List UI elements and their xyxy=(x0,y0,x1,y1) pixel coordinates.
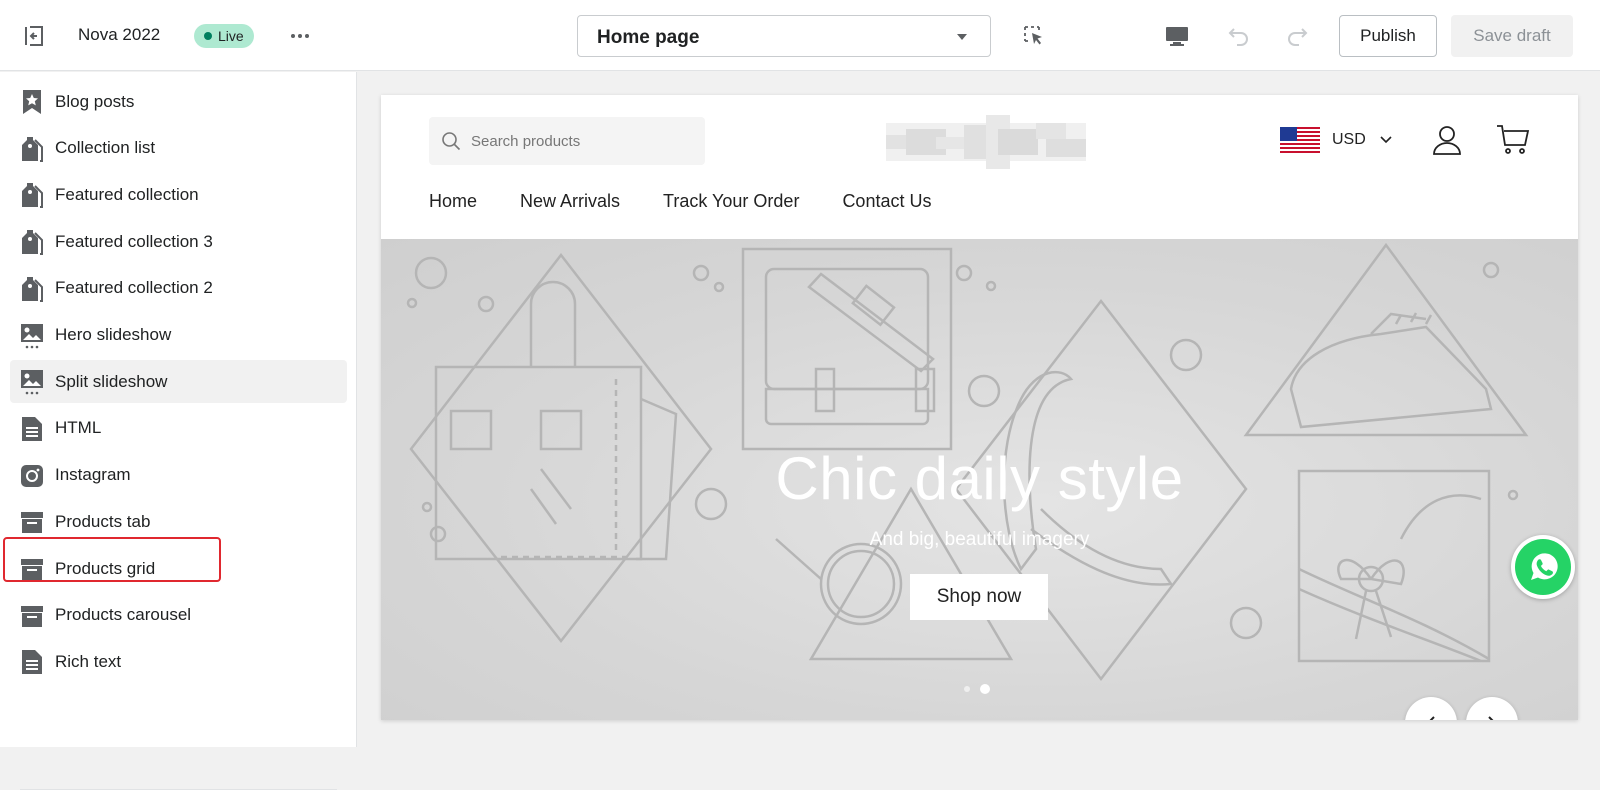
instagram-icon xyxy=(20,463,44,489)
store-nav-home[interactable]: Home xyxy=(429,191,477,212)
sidebar-item-featured-collection-2[interactable]: Featured collection 2 xyxy=(10,267,347,310)
more-actions-icon[interactable] xyxy=(288,24,312,48)
search-icon xyxy=(442,132,461,151)
sidebar-item-featured-collection[interactable]: Featured collection xyxy=(10,173,347,216)
save-draft-button[interactable]: Save draft xyxy=(1451,15,1573,57)
sidebar-item-label: Featured collection 3 xyxy=(55,231,213,251)
slide-dot[interactable] xyxy=(964,686,970,692)
tag-icon xyxy=(20,229,44,256)
slide-indicators xyxy=(964,684,990,694)
sidebar-item-label: Instagram xyxy=(55,465,131,485)
currency-selector[interactable]: USD xyxy=(1280,126,1392,154)
sidebar-item-label: Featured collection xyxy=(55,184,199,204)
store-nav: Home New Arrivals Track Your Order Contact … xyxy=(429,191,974,212)
search-input[interactable] xyxy=(471,127,691,155)
document-icon xyxy=(20,649,44,675)
archive-icon xyxy=(20,509,44,535)
sidebar-item-label: Products grid xyxy=(55,558,156,578)
store-nav-contact-us[interactable]: Contact Us xyxy=(842,191,931,212)
store-nav-new-arrivals[interactable]: New Arrivals xyxy=(520,191,620,212)
sidebar-item-split-slideshow[interactable]: Split slideshow xyxy=(10,360,347,404)
sidebar-item-products-grid[interactable]: Products grid xyxy=(10,547,347,590)
store-search[interactable] xyxy=(429,117,705,165)
page-selector[interactable]: Home page xyxy=(577,15,991,57)
hero-slideshow: Chic daily style And big, beautiful imag… xyxy=(381,239,1578,720)
editor-topbar: Nova 2022 Live Home page Publish Save dr… xyxy=(0,0,1600,71)
sidebar-item-instagram[interactable]: Instagram xyxy=(10,454,347,497)
archive-icon xyxy=(20,556,44,582)
store-preview: USD Home New Arrivals Track Your Order Cont… xyxy=(381,95,1578,720)
desktop-view-icon[interactable] xyxy=(1164,24,1190,48)
store-header: USD Home New Arrivals Track Your Order Cont… xyxy=(381,95,1578,239)
cart-icon[interactable] xyxy=(1496,123,1530,155)
archive-icon xyxy=(20,603,44,629)
sidebar-item-label: Products carousel xyxy=(55,605,192,625)
slide-dot-active[interactable] xyxy=(980,684,990,694)
sidebar-item-blog-posts[interactable]: Blog posts xyxy=(10,80,347,123)
page-selector-value: Home page xyxy=(597,27,700,48)
us-flag-icon xyxy=(1280,127,1320,153)
sidebar-item-label: Collection list xyxy=(55,138,156,158)
publish-button[interactable]: Publish xyxy=(1339,15,1437,57)
live-badge-label: Live xyxy=(218,28,244,44)
whatsapp-icon xyxy=(1515,539,1571,595)
sidebar-item-label: Rich text xyxy=(55,651,122,671)
live-status-badge: Live xyxy=(194,24,254,48)
document-icon xyxy=(20,416,44,442)
image-icon xyxy=(20,323,44,349)
image-icon xyxy=(20,369,44,395)
caret-down-icon xyxy=(957,34,967,40)
store-nav-track-your-order[interactable]: Track Your Order xyxy=(663,191,799,212)
sidebar-item-label: Blog posts xyxy=(55,91,135,111)
tag-icon xyxy=(20,182,44,209)
live-dot-icon xyxy=(204,32,212,40)
tag-icon xyxy=(20,276,44,302)
theme-name: Nova 2022 xyxy=(78,25,161,44)
sections-sidebar: Blog posts Collection list Featured collec… xyxy=(0,72,357,790)
sidebar-item-html[interactable]: HTML xyxy=(10,407,347,450)
tag-icon xyxy=(20,136,44,162)
hero-subtitle: And big, beautiful imagery xyxy=(869,529,1090,550)
chevron-right-icon xyxy=(1488,716,1494,720)
star-bookmark-icon xyxy=(20,89,44,115)
chevron-left-icon xyxy=(1429,716,1435,720)
account-icon[interactable] xyxy=(1431,124,1463,156)
sidebar-item-label: Hero slideshow xyxy=(55,325,172,344)
hero-title: Chic daily style xyxy=(775,445,1184,512)
undo-icon[interactable] xyxy=(1226,24,1252,48)
currency-code: USD xyxy=(1332,131,1366,148)
sidebar-item-label: Products tab xyxy=(55,511,151,531)
chevron-down-icon xyxy=(1380,136,1392,144)
sidebar-item-label: HTML xyxy=(55,418,102,438)
sidebar-item-rich-text[interactable]: Rich text xyxy=(10,640,347,683)
sidebar-item-label: Featured collection 2 xyxy=(55,278,213,298)
sidebar-item-products-tab[interactable]: Products tab xyxy=(10,500,347,543)
store-logo[interactable] xyxy=(886,115,1086,169)
sidebar-item-collection-list[interactable]: Collection list xyxy=(10,127,347,170)
exit-icon[interactable] xyxy=(22,24,46,48)
shop-now-button[interactable]: Shop now xyxy=(910,574,1048,620)
redo-icon[interactable] xyxy=(1284,24,1310,48)
whatsapp-chat-button[interactable] xyxy=(1511,535,1575,599)
sidebar-item-label: Split slideshow xyxy=(55,371,168,391)
sidebar-item-featured-collection-3[interactable]: Featured collection 3 xyxy=(10,220,347,263)
sidebar-item-products-carousel[interactable]: Products carousel xyxy=(10,594,347,637)
sidebar-item-hero-slideshow[interactable]: Hero slideshow xyxy=(10,314,347,357)
inspector-select-icon[interactable] xyxy=(1022,24,1046,48)
